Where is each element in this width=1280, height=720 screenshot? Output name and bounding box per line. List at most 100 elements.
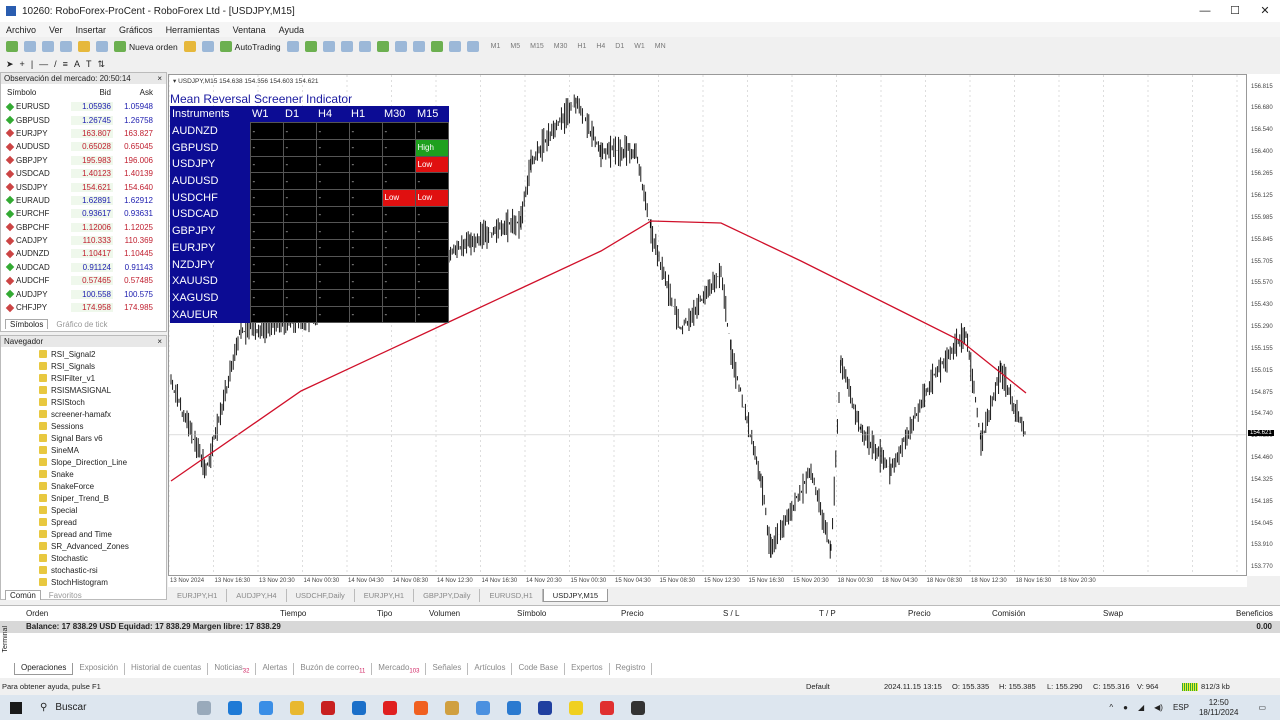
chart-tab[interactable]: EURUSD,H1 bbox=[480, 589, 543, 602]
navigator-item[interactable]: SineMA bbox=[1, 444, 166, 456]
terminal-icon[interactable] bbox=[96, 41, 108, 52]
time-axis[interactable]: 13 Nov 2024 13 Nov 16:30 13 Nov 20:30 14 No… bbox=[168, 576, 1247, 587]
column-header[interactable]: Tipo bbox=[377, 609, 392, 618]
microphone-icon[interactable]: ● bbox=[1123, 703, 1128, 712]
file-explorer-icon[interactable] bbox=[290, 700, 304, 715]
market-row[interactable]: EURCHF 0.93617 0.93631 bbox=[1, 207, 166, 220]
column-header[interactable]: Beneficios bbox=[1236, 609, 1273, 618]
navigator-item[interactable]: stochastic-rsi bbox=[1, 564, 166, 576]
bar-chart-icon[interactable] bbox=[286, 41, 299, 52]
vscode-icon[interactable] bbox=[507, 700, 521, 715]
market-row[interactable]: GBPJPY 195.983 196.006 bbox=[1, 154, 166, 167]
volume-icon[interactable]: ◀) bbox=[1154, 703, 1163, 712]
navigator-item[interactable]: RSISMASIGNAL bbox=[1, 384, 166, 396]
terminal-tab[interactable]: Code Base bbox=[512, 663, 566, 675]
column-header[interactable]: T / P bbox=[819, 609, 836, 618]
chart-shift-icon[interactable] bbox=[412, 41, 425, 52]
metaeditor-icon[interactable] bbox=[183, 41, 196, 52]
windows-start-icon[interactable] bbox=[10, 701, 22, 714]
navigator-item[interactable]: Sessions bbox=[1, 420, 166, 432]
column-header[interactable]: Precio bbox=[908, 609, 931, 618]
new-chart-icon[interactable] bbox=[6, 41, 18, 52]
navigator-item[interactable]: SnakeForce bbox=[1, 480, 166, 492]
app-icon[interactable] bbox=[631, 700, 645, 715]
market-watch-icon[interactable] bbox=[42, 41, 54, 52]
price-axis[interactable]: 156.815 156.680 156.540 156.400 156.265 156.1… bbox=[1247, 74, 1280, 576]
periods-icon[interactable] bbox=[448, 41, 461, 52]
timeframe-h1[interactable]: H1 bbox=[577, 43, 586, 50]
tab-0[interactable]: Común bbox=[5, 590, 41, 600]
market-row[interactable]: GBPCHF 1.12006 1.12025 bbox=[1, 221, 166, 234]
clock[interactable]: 12:50 18/11/2024 bbox=[1199, 698, 1238, 718]
line-chart-icon[interactable] bbox=[322, 41, 335, 52]
terminal-tab[interactable]: Buzón de correo11 bbox=[294, 663, 373, 675]
market-row[interactable]: AUDJPY 100.558 100.575 bbox=[1, 287, 166, 300]
app-icon[interactable] bbox=[321, 700, 335, 715]
market-row[interactable]: CADJPY 110.333 110.369 bbox=[1, 234, 166, 247]
task-view-icon[interactable] bbox=[197, 700, 211, 715]
navigator-item[interactable]: Signal Bars v6 bbox=[1, 432, 166, 444]
close-icon[interactable]: × bbox=[157, 336, 162, 347]
chrome-icon[interactable] bbox=[476, 700, 490, 715]
network-icon[interactable]: ◢ bbox=[1138, 703, 1144, 712]
minimize-button[interactable]: — bbox=[1190, 0, 1220, 22]
terminal-tab[interactable]: Expertos bbox=[565, 663, 610, 675]
terminal-tab[interactable]: Señales bbox=[426, 663, 469, 675]
candlestick-icon[interactable] bbox=[304, 41, 317, 52]
column-header[interactable]: Swap bbox=[1103, 609, 1123, 618]
new-order-button[interactable]: Nueva orden bbox=[114, 41, 178, 52]
column-header[interactable]: Orden bbox=[26, 609, 48, 618]
navigator-item[interactable]: Stochastic bbox=[1, 552, 166, 564]
navigator-item[interactable]: RSI_Signal2 bbox=[1, 348, 166, 360]
tab-1[interactable]: Gráfico de tick bbox=[56, 320, 107, 329]
navigator-item[interactable]: SR_Advanced_Zones bbox=[1, 540, 166, 552]
indicators-icon[interactable] bbox=[430, 41, 443, 52]
market-row[interactable]: EURJPY 163.807 163.827 bbox=[1, 127, 166, 140]
market-row[interactable]: AUDUSD 0.65028 0.65045 bbox=[1, 140, 166, 153]
templates-icon[interactable] bbox=[466, 41, 479, 52]
column-header[interactable]: Comisión bbox=[992, 609, 1025, 618]
menu-ventana[interactable]: Ventana bbox=[233, 25, 266, 35]
market-row[interactable]: USDJPY 154.621 154.640 bbox=[1, 180, 166, 193]
column-header[interactable]: Tiempo bbox=[280, 609, 306, 618]
language[interactable]: ESP bbox=[1173, 703, 1189, 712]
vertical-line-icon[interactable]: | bbox=[31, 59, 33, 69]
timeframe-m5[interactable]: M5 bbox=[510, 43, 520, 50]
market-row[interactable]: AUDCAD 0.91124 0.91143 bbox=[1, 261, 166, 274]
market-row[interactable]: GBPUSD 1.26745 1.26758 bbox=[1, 113, 166, 126]
youtube-icon[interactable] bbox=[383, 700, 397, 715]
menu-ver[interactable]: Ver bbox=[49, 25, 63, 35]
market-row[interactable]: AUDNZD 1.10417 1.10445 bbox=[1, 247, 166, 260]
chart-tab[interactable]: EURJPY,H1 bbox=[355, 589, 415, 602]
terminal-tab[interactable]: Exposición bbox=[73, 663, 126, 675]
timeframe-m1[interactable]: M1 bbox=[491, 43, 501, 50]
market-row[interactable]: USDCAD 1.40123 1.40139 bbox=[1, 167, 166, 180]
profile-name[interactable]: Default bbox=[806, 679, 830, 694]
menu-insertar[interactable]: Insertar bbox=[76, 25, 107, 35]
arrows-icon[interactable]: ⇅ bbox=[97, 59, 105, 70]
chevron-up-icon[interactable]: ^ bbox=[1109, 703, 1113, 712]
close-icon[interactable]: × bbox=[157, 73, 162, 84]
taskbar-search[interactable]: ⚲ Buscar bbox=[40, 702, 180, 713]
edge-icon[interactable] bbox=[228, 700, 242, 715]
navigator-item[interactable]: screener-hamafx bbox=[1, 408, 166, 420]
brave-icon[interactable] bbox=[414, 700, 428, 715]
chart-tab[interactable]: USDJPY,M15 bbox=[542, 589, 609, 602]
navigator-icon[interactable] bbox=[78, 41, 90, 52]
terminal-tab[interactable]: Noticias32 bbox=[208, 663, 257, 675]
timeframe-m15[interactable]: M15 bbox=[530, 43, 544, 50]
app-icon[interactable] bbox=[600, 700, 614, 715]
market-row[interactable]: EURUSD 1.05936 1.05948 bbox=[1, 100, 166, 113]
market-row[interactable]: EURAUD 1.62891 1.62912 bbox=[1, 194, 166, 207]
chart-tab[interactable]: AUDJPY,H4 bbox=[227, 589, 287, 602]
timeframe-h4[interactable]: H4 bbox=[596, 43, 605, 50]
text-icon[interactable]: A bbox=[74, 59, 80, 69]
navigator-item[interactable]: Snake bbox=[1, 468, 166, 480]
trendline-icon[interactable]: / bbox=[54, 59, 57, 69]
column-header[interactable]: Símbolo bbox=[517, 609, 546, 618]
timeframe-m30[interactable]: M30 bbox=[554, 43, 568, 50]
col-symbol[interactable]: Símbolo bbox=[1, 88, 71, 97]
metatrader-icon[interactable] bbox=[538, 700, 552, 715]
timeframe-mn[interactable]: MN bbox=[655, 43, 666, 50]
menu-archivo[interactable]: Archivo bbox=[6, 25, 36, 35]
